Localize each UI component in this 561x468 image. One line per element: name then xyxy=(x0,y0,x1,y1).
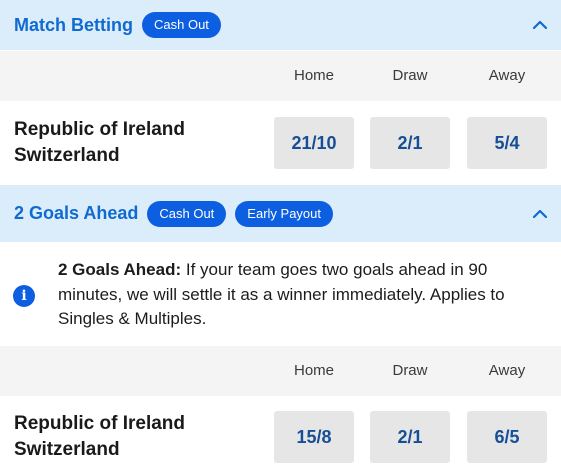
team-names: Republic of Ireland Switzerland xyxy=(14,411,185,463)
column-home: Home xyxy=(293,362,334,379)
column-home: Home xyxy=(293,67,334,84)
odds-button-away[interactable]: 5/4 xyxy=(467,117,547,169)
odds-button-draw[interactable]: 2/1 xyxy=(370,117,450,169)
match-row: Republic of Ireland Switzerland 21/10 2/… xyxy=(0,101,561,184)
chevron-up-icon[interactable] xyxy=(531,205,549,223)
market-title: Match Betting xyxy=(14,14,133,35)
home-team: Republic of Ireland xyxy=(14,119,186,140)
odds-button-draw[interactable]: 2/1 xyxy=(370,411,450,463)
match-row: Republic of Ireland Switzerland 15/8 2/1… xyxy=(0,396,561,468)
info-text: 2 Goals Ahead: If your team goes two goa… xyxy=(58,258,548,332)
home-team: Republic of Ireland xyxy=(14,413,186,434)
column-away: Away xyxy=(488,67,526,84)
market-header-2-goals-ahead[interactable]: 2 Goals Ahead Cash Out Early Payout xyxy=(0,185,561,242)
odds-button-home[interactable]: 15/8 xyxy=(274,411,354,463)
info-icon: i xyxy=(13,285,35,307)
odds-button-home[interactable]: 21/10 xyxy=(274,117,354,169)
column-draw: Draw xyxy=(392,67,428,84)
column-draw: Draw xyxy=(392,362,428,379)
cash-out-badge: Cash Out xyxy=(142,12,221,38)
column-headers: Home Draw Away xyxy=(0,346,561,396)
column-headers: Home Draw Away xyxy=(0,51,561,101)
odds-button-away[interactable]: 6/5 xyxy=(467,411,547,463)
team-names: Republic of Ireland Switzerland xyxy=(14,117,185,169)
column-away: Away xyxy=(488,362,526,379)
info-box: i 2 Goals Ahead: If your team goes two g… xyxy=(0,243,561,345)
away-team: Switzerland xyxy=(14,145,120,166)
market-title: 2 Goals Ahead xyxy=(14,203,139,223)
info-heading: 2 Goals Ahead: xyxy=(58,260,182,279)
early-payout-badge: Early Payout xyxy=(235,200,333,227)
chevron-up-icon[interactable] xyxy=(531,16,549,34)
away-team: Switzerland xyxy=(14,439,120,460)
market-header-match-betting[interactable]: Match Betting Cash Out xyxy=(0,0,561,50)
cash-out-badge: Cash Out xyxy=(147,200,227,227)
